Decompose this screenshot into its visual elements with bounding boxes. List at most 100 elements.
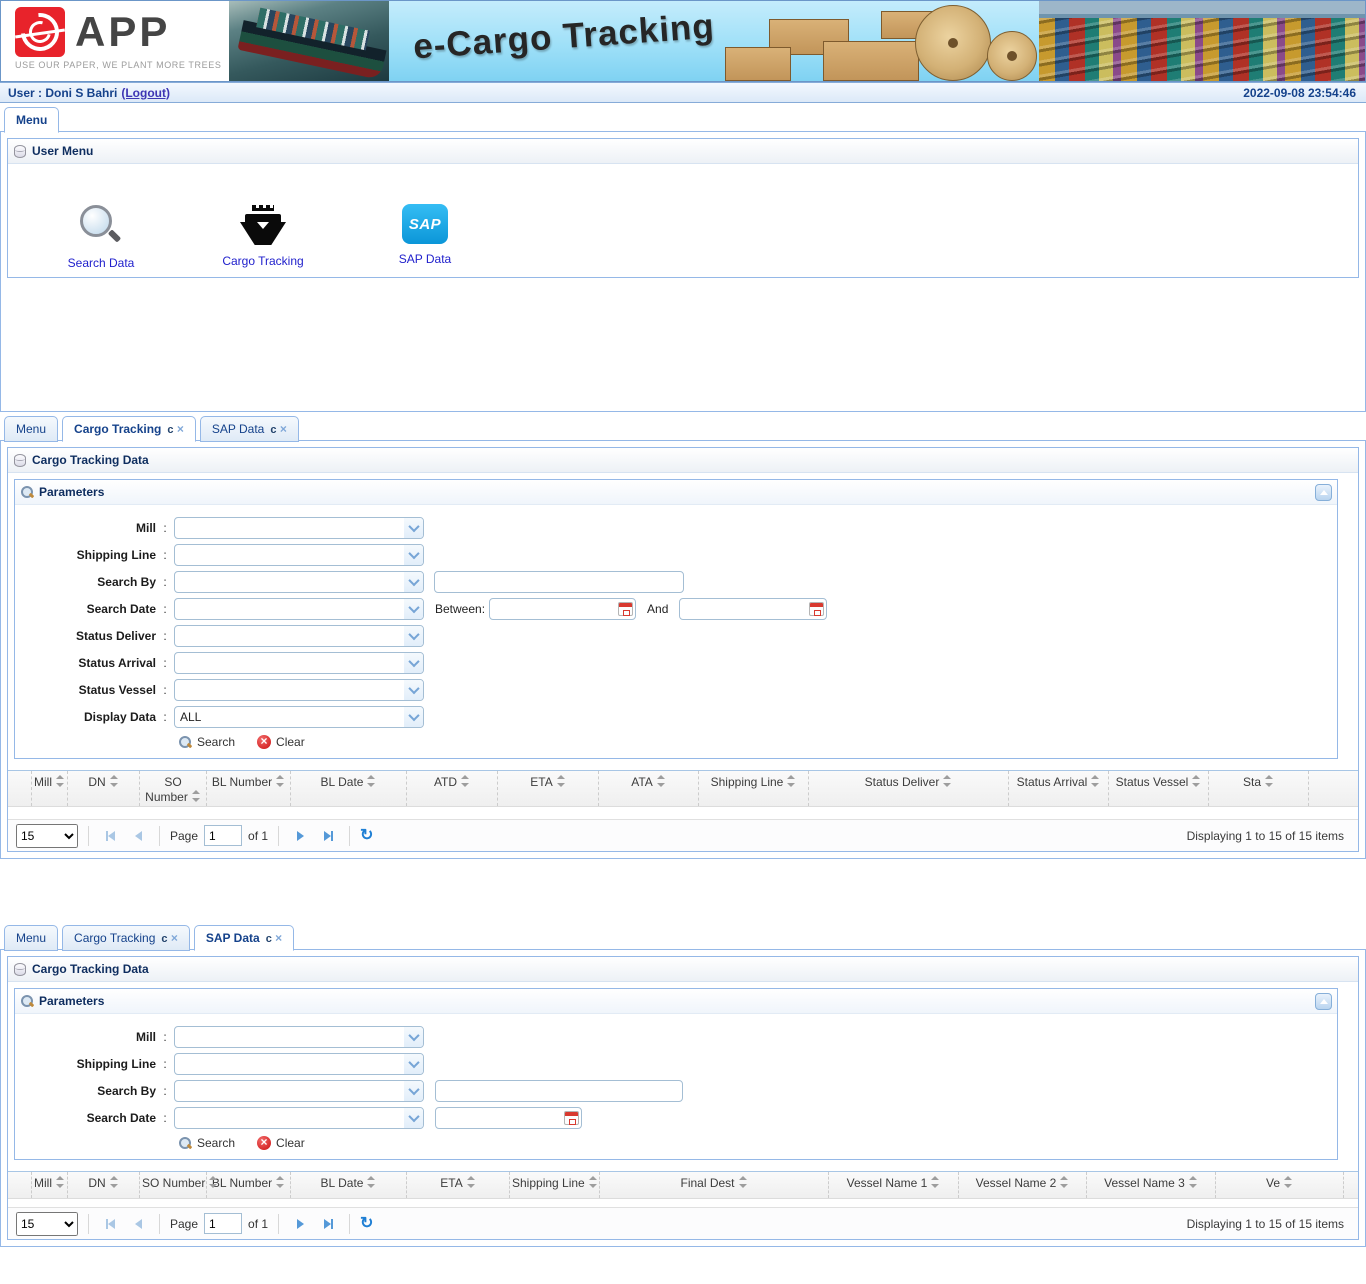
tab[interactable]: SAP Data c × [200,416,299,442]
column-header[interactable]: BL Date [291,771,407,806]
pagination-status: Displaying 1 to 15 of 15 items [1187,829,1350,843]
tab-close-icon[interactable]: × [177,422,184,436]
column-header[interactable]: BL Number [207,1172,291,1198]
header-banner: APP USE OUR PAPER, WE PLANT MORE TREES e… [0,0,1366,82]
tab-refresh-icon[interactable]: c [161,933,167,945]
search-button[interactable]: Search [178,1136,235,1150]
cargo-tracking-data-panel: Cargo Tracking Data Parameters Mill Ship… [7,956,1359,1240]
page-size-select[interactable]: 15 [16,824,78,848]
column-header[interactable]: Ve [1216,1172,1344,1198]
shipping-line-select[interactable] [174,1053,424,1075]
sort-icon [787,775,796,787]
last-page-button[interactable] [317,1213,339,1235]
column-header[interactable]: Sta [1209,771,1309,806]
prev-page-button[interactable] [127,825,149,847]
logout-link[interactable]: (Logout) [121,86,170,100]
column-header[interactable]: Final Dest [600,1172,829,1198]
search-date-select[interactable] [174,1107,424,1129]
last-page-button[interactable] [317,825,339,847]
menu-item-search-data[interactable]: Search Data [56,204,146,270]
column-header[interactable]: BL Number [207,771,291,806]
tab[interactable]: Cargo Tracking c × [62,925,190,951]
first-page-button[interactable] [99,1213,121,1235]
status-deliver-label: Status Deliver [15,629,156,643]
column-header[interactable]: Status Deliver [809,771,1009,806]
tab[interactable]: SAP Data c × [194,925,294,951]
menu-tab-strip: Menu [0,103,1366,132]
clear-button[interactable]: Clear [257,1136,305,1150]
column-header[interactable]: Status Arrival [1009,771,1109,806]
page-of-label: of 1 [248,829,268,843]
between-label: Between: [435,602,485,616]
date-from-input[interactable] [489,598,636,620]
page-input[interactable] [204,1213,242,1234]
tab-refresh-icon[interactable]: c [167,424,173,436]
search-by-select[interactable] [174,1080,424,1102]
sort-icon [367,775,376,787]
column-header[interactable]: Mill [32,1172,68,1198]
collapse-panel-button[interactable] [1315,484,1332,501]
column-header[interactable]: ATD [407,771,498,806]
tab-close-icon[interactable]: × [171,931,178,945]
display-data-select[interactable]: ALL [174,706,424,728]
refresh-icon[interactable]: ↻ [360,1216,373,1232]
status-arrival-select[interactable] [174,652,424,674]
column-header[interactable]: Vessel Name 1 [829,1172,959,1198]
next-page-button[interactable] [289,825,311,847]
column-header[interactable]: ETA [498,771,599,806]
column-header[interactable]: DN [68,1172,140,1198]
sort-icon [657,775,666,787]
collapse-panel-button[interactable] [1315,993,1332,1010]
chevron-down-icon [404,572,423,592]
tab[interactable]: Menu [4,925,58,951]
column-header[interactable]: ETA [407,1172,510,1198]
tab-close-icon[interactable]: × [280,422,287,436]
page-size-select[interactable]: 15 [16,1212,78,1236]
mill-select[interactable] [174,517,424,539]
calendar-icon[interactable] [809,602,824,616]
search-by-input[interactable] [434,571,684,593]
tab-refresh-icon[interactable]: c [266,933,272,945]
tab[interactable]: Menu [4,416,58,442]
status-deliver-select[interactable] [174,625,424,647]
cargo-tracking-section: Menu Cargo Tracking c × SAP Data c × Car… [0,412,1366,859]
column-header[interactable]: Mill [32,771,68,806]
user-menu-panel-header: User Menu [8,139,1358,164]
column-header[interactable]: Shipping Line [510,1172,600,1198]
prev-page-button[interactable] [127,1213,149,1235]
column-header[interactable]: DN [68,771,140,806]
clear-button[interactable]: Clear [257,735,305,749]
search-by-select[interactable] [174,571,424,593]
tab-close-icon[interactable]: × [275,931,282,945]
column-header[interactable]: Shipping Line [699,771,809,806]
search-date-select[interactable] [174,598,424,620]
next-page-button[interactable] [289,1213,311,1235]
date-to-input[interactable] [679,598,827,620]
tab[interactable]: Menu [4,107,59,133]
column-header[interactable]: Vessel Name 3 [1087,1172,1216,1198]
shipping-line-select[interactable] [174,544,424,566]
calendar-icon[interactable] [618,602,633,616]
column-header[interactable]: SO Number [140,1172,207,1198]
sort-icon [1284,1176,1293,1188]
search-button[interactable]: Search [178,735,235,749]
column-header[interactable]: SO Number [140,771,207,806]
and-label: And [647,602,668,616]
column-header[interactable]: BL Date [291,1172,407,1198]
refresh-icon[interactable]: ↻ [360,828,373,844]
menu-item-cargo-tracking[interactable]: Cargo Tracking [218,204,308,268]
search-date-input[interactable] [435,1107,582,1129]
tab[interactable]: Cargo Tracking c × [62,416,196,442]
status-vessel-select[interactable] [174,679,424,701]
search-by-input[interactable] [435,1080,683,1102]
pagination-status: Displaying 1 to 15 of 15 items [1187,1217,1350,1231]
page-input[interactable] [204,825,242,846]
first-page-button[interactable] [99,825,121,847]
mill-select[interactable] [174,1026,424,1048]
column-header[interactable]: ATA [599,771,699,806]
column-header[interactable]: Vessel Name 2 [959,1172,1087,1198]
column-header[interactable]: Status Vessel [1109,771,1209,806]
menu-item-sap-data[interactable]: SAP SAP Data [380,204,470,266]
calendar-icon[interactable] [564,1111,579,1125]
tab-refresh-icon[interactable]: c [270,424,276,436]
